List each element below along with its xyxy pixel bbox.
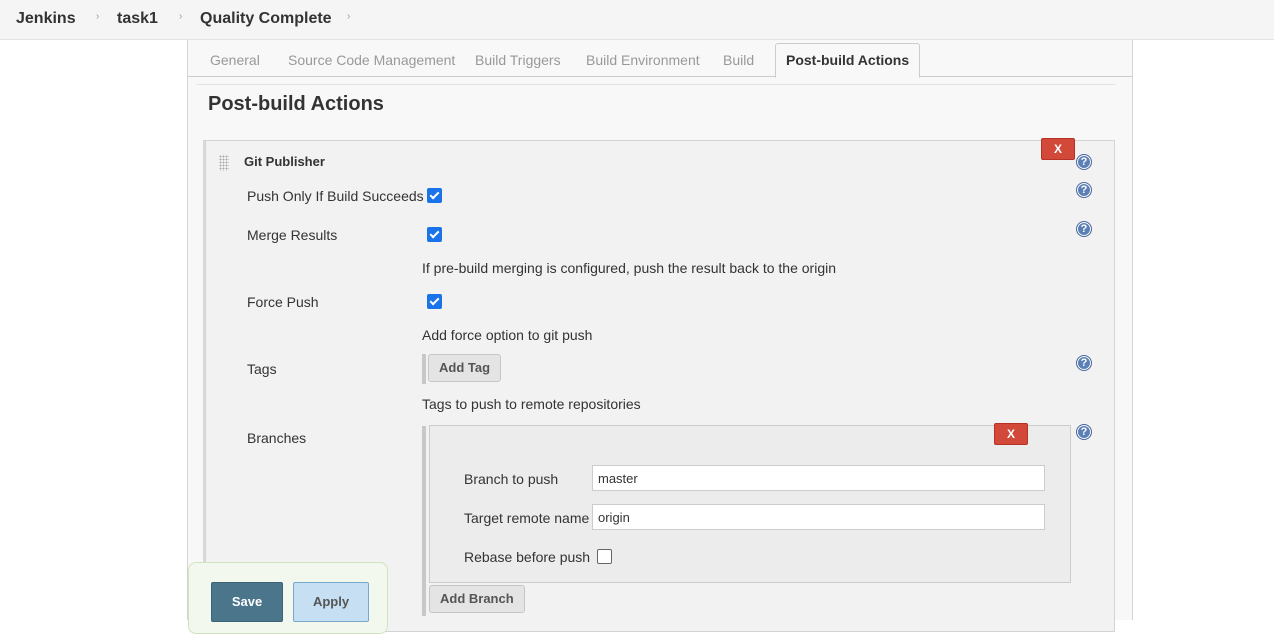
add-tag-button[interactable]: Add Tag	[428, 354, 502, 382]
breadcrumb-quality-complete[interactable]: Quality Complete	[200, 10, 332, 28]
branches-label: Branches	[247, 430, 307, 446]
breadcrumb: Jenkins › task1 › Quality Complete ›	[0, 0, 1274, 40]
merge-results-label: Merge Results	[247, 227, 338, 243]
help-icon[interactable]: ?	[1076, 154, 1092, 170]
save-button[interactable]: Save	[211, 582, 283, 622]
section-divider	[196, 84, 1116, 85]
tab-build-triggers[interactable]: Build Triggers	[475, 52, 561, 68]
branches-side-bar	[422, 426, 426, 616]
push-only-checkbox[interactable]	[427, 188, 442, 203]
remove-publisher-button[interactable]: X	[1041, 138, 1075, 160]
rebase-before-push-label: Rebase before push	[464, 549, 591, 565]
breadcrumb-chevron-icon[interactable]: ›	[179, 11, 182, 22]
breadcrumb-task1[interactable]: task1	[117, 10, 158, 28]
merge-results-checkbox[interactable]	[427, 227, 442, 242]
tab-post-build-actions[interactable]: Post-build Actions	[775, 43, 921, 78]
tab-source-code-management[interactable]: Source Code Management	[288, 52, 455, 68]
tab-build-environment[interactable]: Build Environment	[586, 52, 700, 68]
git-publisher-title: Git Publisher	[244, 154, 325, 169]
help-icon[interactable]: ?	[1076, 355, 1092, 371]
tags-description: Tags to push to remote repositories	[422, 396, 641, 412]
force-push-description: Add force option to git push	[422, 327, 593, 343]
add-branch-button[interactable]: Add Branch	[429, 585, 525, 613]
config-tabbar: General Source Code Management Build Tri…	[188, 40, 1132, 78]
force-push-checkbox[interactable]	[427, 294, 442, 309]
push-only-label: Push Only If Build Succeeds	[247, 188, 424, 204]
target-remote-label: Target remote name	[464, 510, 590, 526]
apply-button[interactable]: Apply	[293, 582, 369, 622]
breadcrumb-chevron-icon[interactable]: ›	[347, 11, 350, 22]
help-icon[interactable]: ?	[1076, 182, 1092, 198]
config-panel: General Source Code Management Build Tri…	[187, 40, 1133, 632]
section-title: Post-build Actions	[208, 93, 384, 115]
remove-branch-button[interactable]: X	[994, 423, 1028, 445]
breadcrumb-chevron-icon[interactable]: ›	[96, 11, 99, 22]
branch-to-push-label: Branch to push	[464, 471, 559, 487]
rebase-before-push-checkbox[interactable]	[597, 549, 612, 564]
branch-to-push-input[interactable]: master	[592, 465, 1045, 491]
tab-build[interactable]: Build	[723, 52, 754, 68]
target-remote-input[interactable]: origin	[592, 504, 1045, 530]
tags-button-bar	[422, 354, 426, 384]
help-icon[interactable]: ?	[1076, 221, 1092, 237]
drag-handle-icon[interactable]	[219, 155, 229, 171]
branch-entry: X Branch to push master Target remote na…	[429, 423, 1071, 583]
tags-label: Tags	[247, 361, 277, 377]
force-push-label: Force Push	[247, 294, 319, 310]
tab-general[interactable]: General	[210, 52, 260, 68]
merge-results-description: If pre-build merging is configured, push…	[422, 260, 837, 276]
help-icon[interactable]: ?	[1076, 424, 1092, 440]
breadcrumb-jenkins[interactable]: Jenkins	[16, 10, 76, 28]
